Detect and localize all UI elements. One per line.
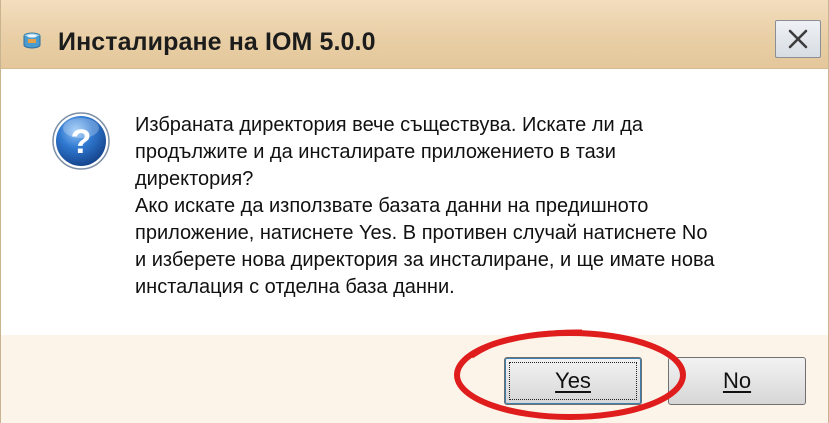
- close-icon: [788, 29, 808, 49]
- dialog-content: ? Избраната директория вече съществува. …: [1, 69, 828, 335]
- message-text: Избраната директория вече съществува. Ис…: [135, 112, 795, 301]
- dialog-window: Инсталиране на IOM 5.0.0 ? Избраната дир…: [0, 0, 829, 423]
- message-line: и изберете нова директория за инсталиран…: [135, 249, 715, 271]
- message-line: продължите и да инсталирате приложението…: [135, 141, 616, 163]
- close-button[interactable]: [775, 20, 821, 58]
- title-bar[interactable]: Инсталиране на IOM 5.0.0: [1, 0, 828, 69]
- message-line: директория?: [135, 168, 254, 190]
- svg-text:?: ?: [71, 123, 92, 161]
- no-button-label: No: [722, 368, 752, 393]
- question-icon: ?: [52, 112, 110, 170]
- message-line: Избраната директория вече съществува. Ис…: [135, 114, 644, 136]
- window-title: Инсталиране на IOM 5.0.0: [58, 28, 376, 56]
- installer-icon: [23, 32, 41, 49]
- yes-button[interactable]: Yes: [504, 357, 642, 405]
- no-button[interactable]: No: [668, 357, 806, 405]
- message-line: приложение, натиснете Yes. В противен сл…: [135, 222, 708, 244]
- focus-rectangle: [509, 362, 637, 400]
- message-line: Ако искате да използвате базата данни на…: [135, 195, 649, 217]
- message-line: инсталация с отделна база данни.: [135, 276, 455, 298]
